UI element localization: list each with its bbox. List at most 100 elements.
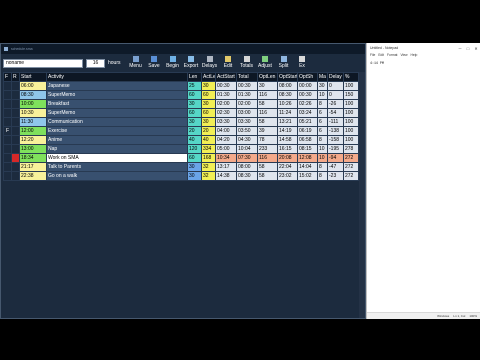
cell-actlen[interactable]: 168 [201,153,216,163]
column-header[interactable]: R [11,72,20,82]
close-icon[interactable]: ✕ [472,46,480,51]
cell-optlen[interactable]: 39 [257,126,278,136]
menu-edit[interactable]: Edit [378,53,384,59]
cell-r[interactable] [11,117,20,127]
cell-r[interactable] [11,144,20,154]
cell-delay[interactable]: -195 [327,144,344,154]
cell-actstart[interactable]: 04:20 [215,135,237,145]
cell-len[interactable]: 25 [187,81,202,91]
notepad-titlebar[interactable]: Untitled - Notepad ─ □ ✕ [367,43,480,53]
cell-optlen[interactable]: 30 [257,81,278,91]
column-header[interactable]: Total [236,72,258,82]
table-row[interactable]: 06:00 Japanese 25 30 00:30 00:30 30 08:00 00:00 3… [3,81,359,91]
ex-button[interactable]: Ex [294,55,311,71]
cell-f[interactable] [3,108,12,118]
cell-actstart[interactable]: 13:17 [215,162,237,172]
cell-ma[interactable]: 8 [317,135,328,145]
cell-ma[interactable]: 8 [317,171,328,181]
cell-optstart[interactable]: 16:15 [277,144,298,154]
cell-r[interactable] [11,162,20,172]
cell-activity[interactable]: SuperMemo [46,90,188,100]
window-titlebar[interactable]: schedule.sma [1,44,365,54]
cell-optstart[interactable]: 11:24 [277,108,298,118]
cell-actstart[interactable]: 10:34 [215,153,237,163]
cell-pct[interactable]: 100 [343,126,359,136]
cell-total[interactable]: 04:30 [236,135,258,145]
cell-r[interactable] [11,135,20,145]
cell-activity[interactable]: Communication [46,117,188,127]
cell-optsh[interactable]: 06:19 [297,126,318,136]
cell-delay[interactable]: -26 [327,99,344,109]
cell-actstart[interactable]: 14:38 [215,171,237,181]
cell-start[interactable]: 13:00 [19,144,47,154]
cell-activity[interactable]: Work on SMA [46,153,188,163]
cell-optsh[interactable]: 00:30 [297,90,318,100]
edit-button[interactable]: Edit [220,55,237,71]
cell-optstart[interactable]: 08:00 [277,81,298,91]
cell-f[interactable] [3,117,12,127]
cell-start[interactable]: 10:30 [19,108,47,118]
cell-r[interactable] [11,171,20,181]
cell-optsh[interactable]: 12:08 [297,153,318,163]
cell-optlen[interactable]: 78 [257,135,278,145]
cell-optstart[interactable]: 08:30 [277,90,298,100]
cell-optlen[interactable]: 58 [257,171,278,181]
cell-actlen[interactable]: 30 [201,99,216,109]
cell-start[interactable]: 08:30 [19,90,47,100]
cell-pct[interactable]: 272 [343,171,359,181]
cell-optlen[interactable]: 116 [257,153,278,163]
cell-len[interactable]: 20 [187,126,202,136]
cell-optstart[interactable]: 23:02 [277,171,298,181]
cell-optstart[interactable]: 13:21 [277,117,298,127]
column-header[interactable]: ActLen [201,72,216,82]
cell-actstart[interactable]: 03:30 [215,117,237,127]
menu-button[interactable]: Menu [127,55,144,71]
cell-actstart[interactable]: 00:30 [215,81,237,91]
cell-optlen[interactable]: 58 [257,162,278,172]
column-header[interactable]: OptSh [297,72,318,82]
column-header[interactable]: Activity [46,72,188,82]
cell-optstart[interactable]: 20:08 [277,153,298,163]
cell-actlen[interactable]: 30 [201,81,216,91]
cell-optstart[interactable]: 14:58 [277,135,298,145]
cell-optsh[interactable]: 06:58 [297,135,318,145]
menu-file[interactable]: File [370,53,375,59]
cell-ma[interactable]: 8 [317,99,328,109]
cell-total[interactable]: 03:50 [236,126,258,136]
cell-f[interactable] [3,90,12,100]
column-header[interactable]: % [343,72,359,82]
cell-start[interactable]: 21:17 [19,162,47,172]
cell-activity[interactable]: Japanese [46,81,188,91]
menu-view[interactable]: View [400,53,407,59]
save-button[interactable]: Save [146,55,163,71]
cell-pct[interactable]: 100 [343,108,359,118]
cell-total[interactable]: 02:00 [236,99,258,109]
cell-start[interactable]: 10:00 [19,99,47,109]
cell-pct[interactable]: 150 [343,90,359,100]
cell-optsh[interactable]: 15:02 [297,171,318,181]
table-row[interactable]: 08:30 SuperMemo 60 60 01:30 01:30 116 08:30 00:3… [3,90,359,100]
cell-len[interactable]: 30 [187,162,202,172]
cell-f[interactable]: F [3,126,12,136]
cell-optlen[interactable]: 58 [257,99,278,109]
cell-optstart[interactable]: 14:19 [277,126,298,136]
cell-total[interactable]: 03:00 [236,108,258,118]
cell-pct[interactable]: 100 [343,99,359,109]
cell-pct[interactable]: 100 [343,117,359,127]
cell-len[interactable]: 60 [187,90,202,100]
cell-activity[interactable]: Breakfast [46,99,188,109]
cell-start[interactable]: 12:00 [19,126,47,136]
cell-len[interactable]: 120 [187,144,202,154]
cell-optlen[interactable]: 116 [257,108,278,118]
cell-activity[interactable]: Talk to Parents [46,162,188,172]
cell-total[interactable]: 10:04 [236,144,258,154]
cell-actstart[interactable]: 02:00 [215,99,237,109]
cell-ma[interactable]: 10 [317,144,328,154]
cell-actlen[interactable]: 60 [201,108,216,118]
menu-help[interactable]: Help [411,53,418,59]
cell-len[interactable]: 30 [187,117,202,127]
column-header[interactable]: OptStart [277,72,298,82]
cell-actlen[interactable]: 30 [201,117,216,127]
cell-delay[interactable]: -47 [327,162,344,172]
cell-delay[interactable]: 0 [327,90,344,100]
